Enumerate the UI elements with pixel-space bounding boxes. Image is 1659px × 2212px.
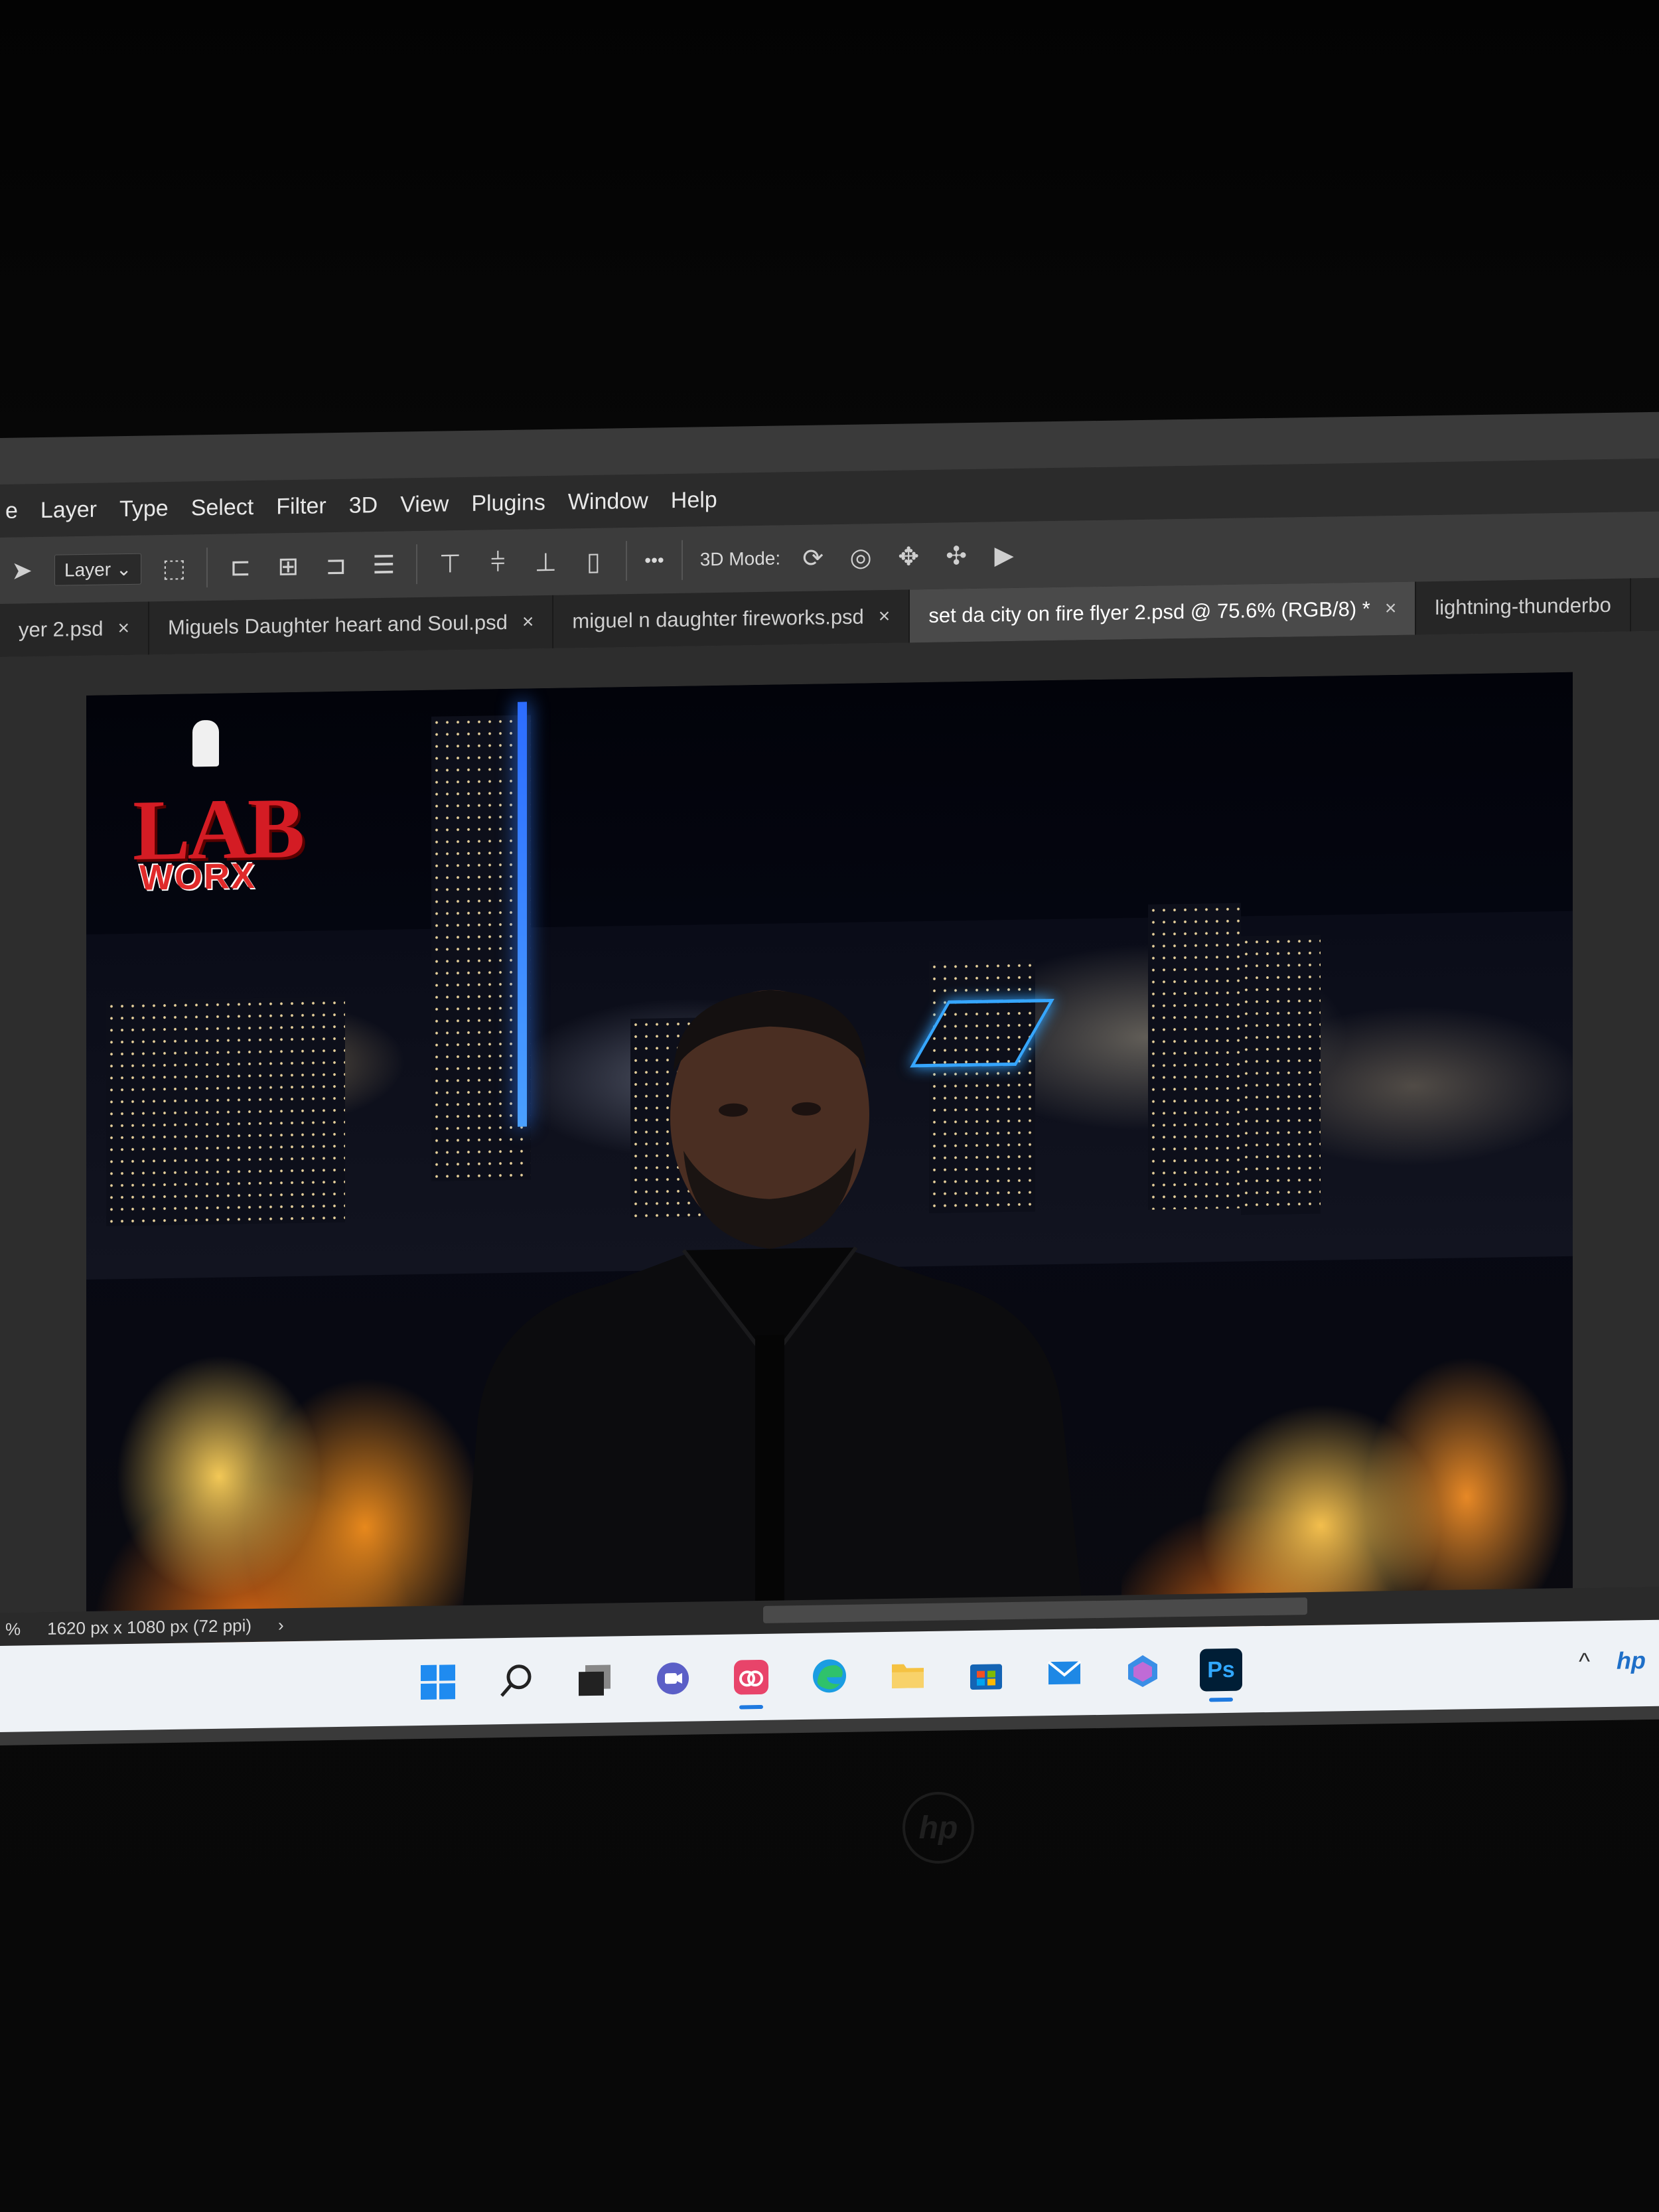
menu-item-plugins[interactable]: Plugins xyxy=(471,490,545,517)
tab-fireworks[interactable]: miguel n daughter fireworks.psd × xyxy=(553,589,910,648)
hp-bezel-logo: hp xyxy=(902,1792,974,1864)
align-center-icon[interactable]: ⊞ xyxy=(273,551,303,581)
align-left-icon[interactable]: ⊏ xyxy=(225,552,255,582)
close-icon[interactable]: × xyxy=(879,605,891,628)
divider xyxy=(626,541,628,581)
orbit-3d-icon[interactable]: ⟳ xyxy=(798,543,828,573)
horizontal-scrollbar[interactable] xyxy=(763,1597,1307,1623)
close-icon[interactable]: × xyxy=(118,617,130,640)
task-view-icon[interactable] xyxy=(573,1658,616,1701)
align-middle-icon[interactable]: ⫩ xyxy=(482,548,513,577)
logo-figure-icon xyxy=(192,719,219,767)
logo-worx-text: WORX xyxy=(139,855,256,898)
mail-icon[interactable] xyxy=(1043,1651,1086,1694)
man-in-suit xyxy=(458,990,1088,1672)
align-top-icon[interactable]: ⊤ xyxy=(435,548,465,579)
tab-city-on-fire-active[interactable]: set da city on fire flyer 2.psd @ 75.6% … xyxy=(910,581,1417,643)
status-menu-arrow[interactable]: › xyxy=(278,1615,284,1635)
roll-3d-icon[interactable]: ◎ xyxy=(845,542,876,573)
menu-item-select[interactable]: Select xyxy=(191,494,254,520)
divider xyxy=(416,544,418,585)
skyscraper xyxy=(106,996,345,1226)
divider xyxy=(681,540,683,580)
menu-item-type[interactable]: Type xyxy=(119,496,169,522)
tab-label: yer 2.psd xyxy=(19,617,104,642)
search-icon[interactable] xyxy=(495,1659,538,1702)
photoshop-icon[interactable]: Ps xyxy=(1200,1648,1242,1692)
3d-mode-label: 3D Mode: xyxy=(699,548,781,570)
document-canvas[interactable]: LAB WORX xyxy=(86,672,1573,1678)
canvas-area[interactable]: LAB WORX xyxy=(0,630,1659,1678)
zoom-level[interactable]: % xyxy=(5,1619,21,1639)
divider xyxy=(206,548,208,588)
tab-heart-and-soul[interactable]: Miguels Daughter heart and Soul.psd × xyxy=(149,595,554,655)
photoshop-icon-label: Ps xyxy=(1207,1657,1235,1682)
drag-3d-icon[interactable]: ✥ xyxy=(893,542,924,572)
menu-item-filter[interactable]: Filter xyxy=(276,493,326,520)
distribute-icon[interactable]: ☰ xyxy=(368,550,399,580)
tab-label: lightning-thunderbo xyxy=(1435,593,1611,620)
document-size: 1620 px x 1080 px (72 ppi) xyxy=(47,1615,252,1639)
menu-item-edit[interactable]: e xyxy=(5,498,18,524)
more-options-button[interactable]: ••• xyxy=(644,550,664,571)
edge-browser-icon[interactable] xyxy=(808,1655,851,1698)
skyscraper xyxy=(1148,903,1241,1210)
auto-select-dropdown[interactable]: Layer ⌄ xyxy=(54,553,142,586)
distribute-vertical-icon[interactable]: ▯ xyxy=(578,546,609,577)
windows-start-icon[interactable] xyxy=(417,1660,459,1704)
microsoft-store-icon[interactable] xyxy=(965,1652,1007,1695)
tab-label: miguel n daughter fireworks.psd xyxy=(572,605,864,633)
lab-worx-logo: LAB WORX xyxy=(133,719,305,901)
copilot-icon[interactable] xyxy=(1121,1649,1164,1692)
chat-icon[interactable] xyxy=(652,1657,694,1700)
scale-3d-camera-icon[interactable]: ▶ xyxy=(989,540,1019,570)
skyscraper xyxy=(1241,934,1321,1215)
close-icon[interactable]: × xyxy=(1385,597,1397,620)
menu-item-3d[interactable]: 3D xyxy=(349,492,378,519)
screen: e Layer Type Select Filter 3D View Plugi… xyxy=(0,411,1659,1746)
align-right-icon[interactable]: ⊐ xyxy=(321,550,351,581)
align-bottom-icon[interactable]: ⊥ xyxy=(530,547,561,577)
close-icon[interactable]: × xyxy=(522,611,534,633)
tab-layer-2[interactable]: yer 2.psd × xyxy=(0,601,150,657)
tab-label: Miguels Daughter heart and Soul.psd xyxy=(168,610,508,640)
creative-cloud-icon[interactable] xyxy=(730,1656,772,1699)
hp-tray-icon[interactable]: hp xyxy=(1617,1647,1646,1675)
slide-3d-icon[interactable]: ✣ xyxy=(941,540,972,571)
transform-controls-icon[interactable]: ⬚ xyxy=(159,553,189,583)
auto-select-value: Layer xyxy=(64,558,111,580)
tab-lightning-thunderbolt[interactable]: lightning-thunderbo xyxy=(1416,578,1631,635)
file-explorer-icon[interactable] xyxy=(887,1653,929,1696)
tab-label: set da city on fire flyer 2.psd @ 75.6% … xyxy=(928,597,1370,628)
tray-chevron-icon[interactable]: ^ xyxy=(1579,1647,1590,1675)
move-tool-icon[interactable]: ➤ xyxy=(7,555,37,586)
menu-item-window[interactable]: Window xyxy=(568,488,648,515)
menu-item-view[interactable]: View xyxy=(400,491,449,518)
system-tray: ^ hp xyxy=(1579,1647,1646,1676)
menu-item-layer[interactable]: Layer xyxy=(40,496,97,523)
menu-item-help[interactable]: Help xyxy=(671,487,717,514)
